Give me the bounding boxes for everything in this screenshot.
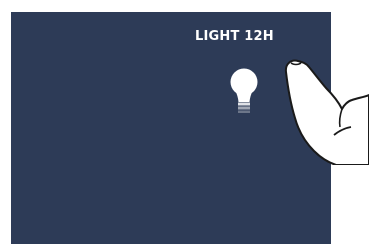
lightbulb-icon xyxy=(230,68,258,113)
light-toggle-button[interactable] xyxy=(224,66,264,116)
device-frame: LIGHT 12H xyxy=(0,0,369,244)
light-timer-label: LIGHT 12H xyxy=(195,29,274,44)
control-screen xyxy=(11,12,331,244)
